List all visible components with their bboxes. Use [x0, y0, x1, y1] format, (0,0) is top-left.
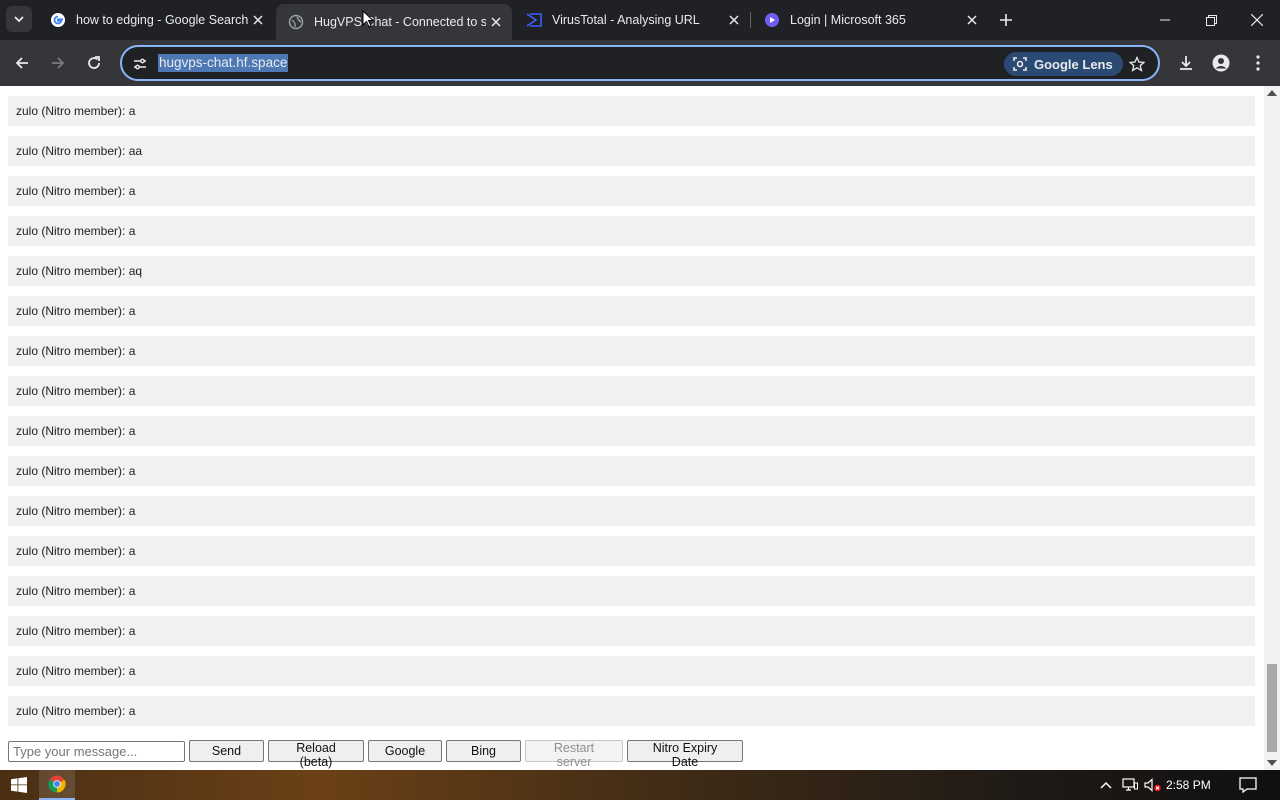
tab-title: VirusTotal - Analysing URL: [552, 13, 700, 27]
chat-message: zulo (Nitro member): a: [8, 216, 1255, 246]
arrow-right-icon: [52, 57, 65, 69]
globe-icon: [288, 14, 304, 30]
reload-icon: [88, 56, 100, 69]
volume-status[interactable]: [1143, 770, 1163, 800]
tab-divider: [750, 12, 751, 28]
message-list: zulo (Nitro member): a zulo (Nitro membe…: [8, 96, 1255, 736]
chat-message: zulo (Nitro member): a: [8, 176, 1255, 206]
chat-message: zulo (Nitro member): a: [8, 576, 1255, 606]
show-hidden-icons-button[interactable]: [1096, 770, 1116, 800]
tab-google-search[interactable]: how to edging - Google Search: [38, 4, 274, 36]
arrow-left-icon: [15, 57, 28, 69]
tab-hugvps-chat[interactable]: HugVPS Chat - Connected to se: [276, 4, 512, 40]
close-icon[interactable]: [962, 10, 982, 30]
mouse-cursor-icon: [362, 10, 374, 28]
close-icon: [1251, 14, 1263, 26]
chat-message: zulo (Nitro member): a: [8, 376, 1255, 406]
plus-icon: [1000, 14, 1012, 26]
tab-virustotal[interactable]: VirusTotal - Analysing URL: [514, 4, 750, 36]
send-button[interactable]: Send: [189, 740, 264, 762]
chevron-up-icon: [1100, 781, 1112, 789]
chat-message: zulo (Nitro member): a: [8, 96, 1255, 126]
tab-title: HugVPS Chat - Connected to se: [314, 15, 486, 29]
address-bar[interactable]: hugvps-chat.hf.space Google Lens: [120, 45, 1160, 81]
chat-controls: Send Reload (beta) Google Bing Restart s…: [8, 740, 743, 769]
close-icon[interactable]: [248, 10, 268, 30]
restore-icon: [1205, 14, 1217, 26]
message-input[interactable]: [8, 740, 185, 762]
bing-button[interactable]: Bing: [446, 740, 521, 762]
tab-microsoft-365[interactable]: Login | Microsoft 365: [752, 4, 988, 36]
virustotal-icon: [526, 12, 542, 28]
profile-icon: [1212, 54, 1230, 72]
bookmark-star-icon[interactable]: [1126, 53, 1148, 75]
google-icon: [50, 12, 66, 28]
tab-search-button[interactable]: [6, 6, 32, 32]
chat-message: zulo (Nitro member): aq: [8, 256, 1255, 286]
chat-message: zulo (Nitro member): a: [8, 656, 1255, 686]
site-settings-icon[interactable]: [130, 54, 150, 74]
notification-center-button[interactable]: [1236, 770, 1260, 800]
more-vertical-icon: [1256, 55, 1260, 71]
chat-message: zulo (Nitro member): a: [8, 456, 1255, 486]
google-button[interactable]: Google: [368, 740, 442, 762]
tab-title: Login | Microsoft 365: [790, 13, 906, 27]
scroll-up-arrow-icon[interactable]: [1267, 90, 1277, 96]
browser-tab-strip: how to edging - Google Search HugVPS Cha…: [0, 0, 1280, 40]
network-status[interactable]: [1120, 770, 1140, 800]
close-icon[interactable]: [486, 12, 506, 32]
page-content: zulo (Nitro member): a zulo (Nitro membe…: [0, 86, 1264, 770]
volume-muted-icon: [1144, 778, 1161, 792]
nitro-expiry-date-button[interactable]: Nitro Expiry Date: [627, 740, 743, 769]
close-icon[interactable]: [724, 10, 744, 30]
scrollbar-thumb[interactable]: [1267, 664, 1277, 752]
reload-button[interactable]: [80, 49, 108, 77]
chrome-icon: [48, 775, 66, 793]
windows-taskbar: 2:58 PM: [0, 770, 1280, 800]
browser-toolbar: hugvps-chat.hf.space Google Lens: [0, 40, 1280, 86]
menu-button[interactable]: [1244, 49, 1272, 77]
windows-logo-icon: [11, 777, 27, 793]
restart-server-button[interactable]: Restart server: [525, 740, 623, 769]
taskbar-chrome-app[interactable]: [39, 770, 75, 800]
url-text[interactable]: hugvps-chat.hf.space: [158, 54, 289, 72]
new-tab-button[interactable]: [994, 8, 1018, 32]
minimize-button[interactable]: [1142, 0, 1188, 40]
chat-message: zulo (Nitro member): a: [8, 336, 1255, 366]
chat-message: zulo (Nitro member): a: [8, 616, 1255, 646]
reload-beta-button[interactable]: Reload (beta): [268, 740, 364, 769]
taskbar-clock[interactable]: 2:58 PM: [1166, 770, 1211, 800]
restore-button[interactable]: [1188, 0, 1234, 40]
chat-message: zulo (Nitro member): aa: [8, 136, 1255, 166]
chat-message: zulo (Nitro member): a: [8, 496, 1255, 526]
minimize-icon: [1160, 19, 1170, 21]
start-button[interactable]: [0, 770, 38, 800]
microsoft365-icon: [764, 12, 780, 28]
back-button[interactable]: [8, 49, 36, 77]
chat-message: zulo (Nitro member): a: [8, 416, 1255, 446]
notification-icon: [1239, 777, 1257, 793]
downloads-button[interactable]: [1172, 49, 1200, 77]
scroll-down-arrow-icon[interactable]: [1267, 760, 1277, 766]
chevron-down-icon: [14, 16, 24, 23]
lens-icon: [1012, 56, 1028, 72]
chat-message: zulo (Nitro member): a: [8, 536, 1255, 566]
chat-message: zulo (Nitro member): a: [8, 696, 1255, 726]
download-icon: [1180, 56, 1192, 70]
tab-title: how to edging - Google Search: [76, 13, 248, 27]
close-window-button[interactable]: [1234, 0, 1280, 40]
forward-button[interactable]: [44, 49, 72, 77]
chat-message: zulo (Nitro member): a: [8, 296, 1255, 326]
network-icon: [1122, 778, 1138, 791]
page-scrollbar[interactable]: [1264, 86, 1280, 770]
lens-label: Google Lens: [1034, 56, 1113, 72]
google-lens-button[interactable]: Google Lens: [1004, 52, 1123, 76]
profile-button[interactable]: [1207, 49, 1235, 77]
